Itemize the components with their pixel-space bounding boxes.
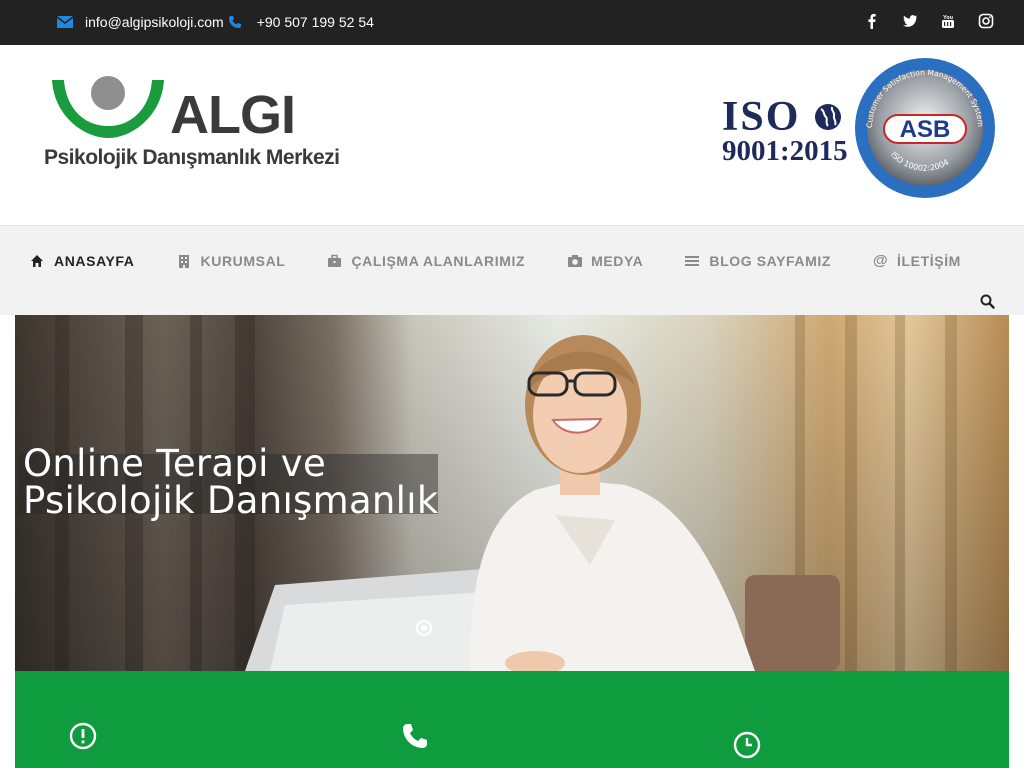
twitter-icon[interactable] [902,13,918,29]
hero-slider[interactable]: Online Terapi ve Psikolojik Danışmanlık [15,315,1009,671]
nav-label: ÇALIŞMA ALANLARIMIZ [351,253,526,269]
nav-label: İLETİŞİM [897,253,961,269]
site-logo[interactable]: ALGI Psikolojik Danışmanlık Merkezi [44,76,344,186]
facebook-icon[interactable] [864,13,880,29]
logo-subtitle: Psikolojik Danışmanlık Merkezi [44,146,340,169]
social-links: You [864,13,994,29]
nav-item-medya[interactable]: MEDYA [567,253,643,269]
logo-brand: ALGI [170,85,296,145]
logo-mark-icon [52,76,164,138]
nav-label: MEDYA [591,253,644,269]
top-bar: info@algipsikoloji.com +90 507 199 52 54… [0,0,1024,45]
contact-info: info@algipsikoloji.com +90 507 199 52 54 [56,14,374,30]
nav-item-blog-sayfamiz[interactable]: BLOG SAYFAMIZ [685,253,831,269]
hero-caption: Online Terapi ve Psikolojik Danışmanlık [23,445,439,519]
iso-text: ISO 9001:2015 [722,93,848,168]
seal-text: ASB [900,116,951,143]
iso-label: ISO [722,94,801,140]
nav-item-anasayfa[interactable]: ANASAYFA [30,253,135,269]
at-icon: @ [873,252,889,269]
hero-caption-line2: Psikolojik Danışmanlık [23,479,439,522]
envelope-icon [56,15,74,29]
home-icon [30,254,44,268]
phone-link[interactable]: +90 507 199 52 54 [257,14,374,30]
nav-item-calisma-alanlarimiz[interactable]: ÇALIŞMA ALANLARIMIZ [327,253,525,269]
instagram-icon[interactable] [978,13,994,29]
globe-icon [814,104,841,130]
email-link[interactable]: info@algipsikoloji.com [85,14,224,30]
phone-icon [228,15,244,29]
info-band [15,671,1009,768]
slider-dot[interactable] [416,620,432,636]
iso-number: 9001:2015 [722,135,848,167]
nav-label: KURUMSAL [200,253,286,269]
camera-icon [567,254,583,268]
list-icon [685,254,700,268]
briefcase-icon [327,254,342,268]
asb-seal-icon: Customer Satisfaction Management System … [855,58,995,198]
phone-icon [401,722,429,750]
search-icon[interactable] [980,294,995,309]
clock-icon [733,731,761,759]
iso-certificate: ISO 9001:2015 Customer Satisfaction Mana… [720,57,1000,202]
site-header: ALGI Psikolojik Danışmanlık Merkezi ISO … [0,45,1024,226]
nav-item-kurumsal[interactable]: KURUMSAL [177,253,286,269]
hero-caption-line1: Online Terapi ve [23,442,327,485]
nav-label: BLOG SAYFAMIZ [709,253,832,269]
main-navigation: ANASAYFA KURUMSAL ÇALIŞMA ALANLARIMIZ ME… [0,226,1024,315]
nav-item-iletisim[interactable]: @ İLETİŞİM [873,253,961,269]
youtube-icon[interactable]: You [940,13,956,29]
nav-label: ANASAYFA [54,253,135,269]
svg-text:You: You [943,15,953,21]
building-icon [177,254,191,268]
exclamation-icon [69,722,97,750]
